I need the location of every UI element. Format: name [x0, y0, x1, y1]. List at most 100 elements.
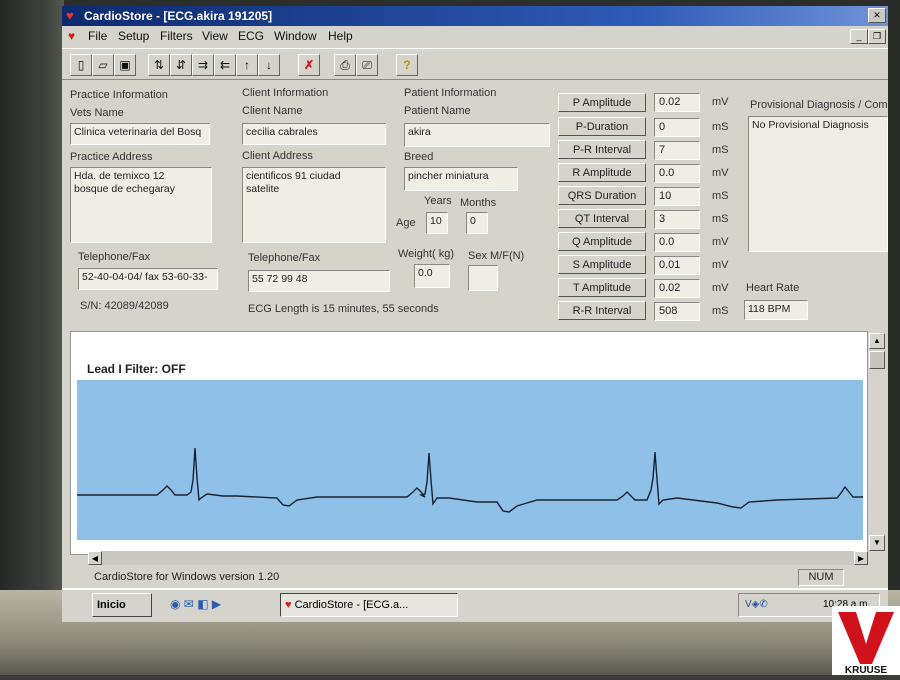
param-q-amplitude-button[interactable]: Q Amplitude — [558, 232, 646, 251]
param-qt-interval-value[interactable]: 3 — [654, 210, 700, 229]
scroll-up-icon[interactable]: ▲ — [869, 333, 885, 349]
restore-icon[interactable]: ❐ — [868, 29, 886, 44]
practice-phone-field[interactable]: 52-40-04-04/ fax 53-60-33- — [78, 268, 218, 290]
help-icon[interactable]: ? — [396, 54, 418, 76]
client-phone-label: Telephone/Fax — [248, 252, 321, 264]
weight-field[interactable]: 0.0 — [414, 264, 450, 288]
age-months-field[interactable]: 0 — [466, 212, 488, 234]
menu-help[interactable]: Help — [328, 29, 353, 43]
menu-file[interactable]: File — [88, 29, 107, 43]
param-rr-interval-button[interactable]: R-R Interval — [558, 301, 646, 320]
status-bar: CardioStore for Windows version 1.20 NUM — [62, 567, 888, 587]
param-t-amplitude-value[interactable]: 0.02 — [654, 279, 700, 298]
param-p-amplitude-button[interactable]: P Amplitude — [558, 93, 646, 112]
kruuse-logo: KRUUSE — [832, 606, 900, 676]
scroll-thumb[interactable] — [869, 351, 885, 369]
window-title: CardioStore - [ECG.akira 191205] — [84, 9, 273, 23]
param-t-amplitude-button[interactable]: T Amplitude — [558, 278, 646, 297]
menu-filters[interactable]: Filters — [160, 29, 193, 43]
param-s-amplitude-button[interactable]: S Amplitude — [558, 255, 646, 274]
client-address-field[interactable]: cientificos 91 ciudad satelite — [242, 167, 386, 243]
param-qrs-duration-value[interactable]: 10 — [654, 187, 700, 206]
param-r-amplitude-button[interactable]: R Amplitude — [558, 163, 646, 182]
param-qt-interval-unit: mS — [712, 213, 729, 225]
arrow-up-icon[interactable]: ↑ — [236, 54, 258, 76]
menu-bar: ♥ File Setup Filters View ECG Window Hel… — [62, 26, 888, 46]
print-icon[interactable]: ⎙ — [334, 54, 356, 76]
param-pr-interval-value[interactable]: 7 — [654, 141, 700, 160]
arrow-up-right-icon[interactable]: ⇅ — [148, 54, 170, 76]
param-q-amplitude-value[interactable]: 0.0 — [654, 233, 700, 252]
client-address-label: Client Address — [242, 150, 313, 162]
client-name-field[interactable]: cecilia cabrales — [242, 123, 386, 145]
toolbar: ▯ ▱ ▣ ⇅ ⇵ ⇉ ⇇ ↑ ↓ ✗ ⎙ ⎚ ? — [62, 48, 888, 80]
ecg-length-text: ECG Length is 15 minutes, 55 seconds — [248, 303, 439, 315]
open-icon[interactable]: ▱ — [92, 54, 114, 76]
scroll-left-icon[interactable]: ◀ — [88, 551, 102, 565]
age-years-field[interactable]: 10 — [426, 212, 448, 234]
delete-icon[interactable]: ✗ — [298, 54, 320, 76]
minimize-icon[interactable]: _ — [850, 29, 868, 44]
print-preview-icon[interactable]: ⎚ — [356, 54, 378, 76]
vets-name-field[interactable]: Clinica veterinaria del Bosq — [70, 123, 210, 145]
horizontal-scrollbar[interactable]: ◀ ▶ — [88, 551, 868, 565]
arrow-left-icon[interactable]: ⇇ — [214, 54, 236, 76]
heart-rate-label: Heart Rate — [746, 282, 800, 294]
menu-setup[interactable]: Setup — [118, 29, 149, 43]
tray-icons[interactable]: V◈✆ — [745, 594, 768, 616]
practice-address-field[interactable]: Hda. de temixco 12 bosque de echegaray — [70, 167, 212, 243]
param-pr-interval-button[interactable]: P-R Interval — [558, 140, 646, 159]
param-qrs-duration-button[interactable]: QRS Duration — [558, 186, 646, 205]
months-label: Months — [460, 197, 497, 209]
patient-name-field[interactable]: akira — [404, 123, 550, 147]
ecg-trace — [77, 447, 863, 513]
param-s-amplitude-unit: mV — [712, 259, 729, 271]
client-phone-field[interactable]: 55 72 99 48 — [248, 270, 390, 292]
client-section-label: Client Information — [242, 87, 329, 99]
arrow-down-icon[interactable]: ↓ — [258, 54, 280, 76]
sex-field[interactable] — [468, 265, 498, 291]
new-icon[interactable]: ▯ — [70, 54, 92, 76]
patient-name-label: Patient Name — [404, 105, 471, 117]
weight-label: Weight( kg) — [398, 248, 455, 260]
client-name-label: Client Name — [242, 105, 303, 117]
status-text: CardioStore for Windows version 1.20 — [94, 571, 280, 583]
ecg-lead-title: Lead I Filter: OFF — [87, 362, 186, 376]
scroll-down-icon[interactable]: ▼ — [869, 535, 885, 551]
start-button[interactable]: Inicio — [92, 593, 152, 617]
menu-ecg[interactable]: ECG — [238, 29, 264, 43]
ecg-trace-area[interactable] — [77, 380, 863, 540]
param-rr-interval-value[interactable]: 508 — [654, 302, 700, 321]
param-rr-interval-unit: mS — [712, 305, 729, 317]
menu-window[interactable]: Window — [274, 29, 317, 43]
param-s-amplitude-value[interactable]: 0.01 — [654, 256, 700, 275]
param-qt-interval-button[interactable]: QT Interval — [558, 209, 646, 228]
monitor-bezel-left — [0, 0, 64, 600]
param-p-duration-button[interactable]: P-Duration — [558, 117, 646, 136]
quicklaunch-icons[interactable]: ◉ ✉ ◧ ▶ — [170, 597, 221, 611]
practice-section-label: Practice Information — [70, 89, 168, 101]
param-p-duration-value[interactable]: 0 — [654, 118, 700, 137]
arrow-right-icon[interactable]: ⇉ — [192, 54, 214, 76]
param-r-amplitude-value[interactable]: 0.0 — [654, 164, 700, 183]
save-icon[interactable]: ▣ — [114, 54, 136, 76]
diagnosis-label: Provisional Diagnosis / Comments — [750, 99, 888, 111]
breed-field[interactable]: pincher miniatura — [404, 167, 518, 191]
start-label: Inicio — [97, 599, 126, 611]
close-icon[interactable]: ✕ — [868, 8, 886, 23]
scroll-right-icon[interactable]: ▶ — [854, 551, 868, 565]
num-lock-indicator: NUM — [798, 569, 844, 586]
vertical-scrollbar[interactable]: ▲ ▼ — [868, 331, 885, 553]
param-t-amplitude-unit: mV — [712, 282, 729, 294]
param-qrs-duration-unit: mS — [712, 190, 729, 202]
param-p-amplitude-value[interactable]: 0.02 — [654, 93, 700, 112]
arrow-down-up-icon[interactable]: ⇵ — [170, 54, 192, 76]
kruuse-logo-mark: KRUUSE — [838, 612, 894, 676]
diagnosis-field[interactable]: No Provisional Diagnosis — [748, 116, 888, 252]
menu-view[interactable]: View — [202, 29, 228, 43]
svg-text:KRUUSE: KRUUSE — [845, 665, 888, 675]
ecg-waveform — [77, 447, 863, 513]
taskbar-cardiostore-item[interactable]: ♥ CardioStore - [ECG.a... — [280, 593, 458, 617]
heart-rate-value: 118 BPM — [744, 300, 808, 320]
screen: ♥ CardioStore - [ECG.akira 191205] ♥ Fil… — [62, 6, 888, 622]
